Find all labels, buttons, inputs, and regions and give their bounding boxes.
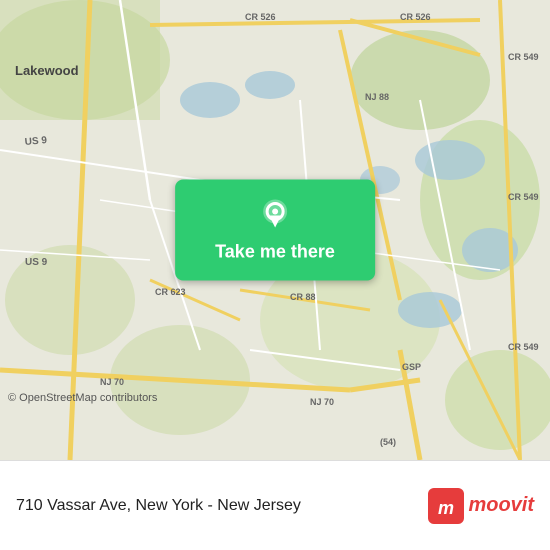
svg-text:CR 549: CR 549 xyxy=(508,192,539,202)
svg-text:NJ 70: NJ 70 xyxy=(310,397,334,407)
svg-text:CR 549: CR 549 xyxy=(508,52,539,62)
bottom-bar: 710 Vassar Ave, New York - New Jersey m … xyxy=(0,460,550,550)
address-text: 710 Vassar Ave, New York - New Jersey xyxy=(16,497,428,515)
svg-text:(54): (54) xyxy=(380,437,396,447)
svg-text:CR 526: CR 526 xyxy=(245,12,276,22)
svg-text:GSP: GSP xyxy=(402,362,421,372)
moovit-label: moovit xyxy=(468,494,534,517)
moovit-icon: m xyxy=(428,488,464,524)
location-pin-icon xyxy=(257,198,293,234)
map-container: US 9 US 9 CR 526 CR 526 CR 549 CR 549 CR… xyxy=(0,0,550,460)
svg-text:CR 623: CR 623 xyxy=(155,287,186,297)
moovit-logo: m moovit xyxy=(428,488,534,524)
svg-text:US 9: US 9 xyxy=(25,257,48,268)
svg-text:NJ 88: NJ 88 xyxy=(365,92,389,102)
svg-text:CR 526: CR 526 xyxy=(400,12,431,22)
svg-text:US 9: US 9 xyxy=(24,135,48,148)
svg-text:CR 549: CR 549 xyxy=(508,342,539,352)
take-me-there-label: Take me there xyxy=(215,242,335,263)
svg-text:m: m xyxy=(438,498,454,518)
svg-text:Lakewood: Lakewood xyxy=(15,63,79,78)
svg-text:NJ 70: NJ 70 xyxy=(100,377,124,387)
svg-text:CR 88: CR 88 xyxy=(290,292,316,302)
take-me-there-button[interactable]: Take me there xyxy=(175,180,375,281)
copyright-text: © OpenStreetMap contributors xyxy=(8,392,157,404)
